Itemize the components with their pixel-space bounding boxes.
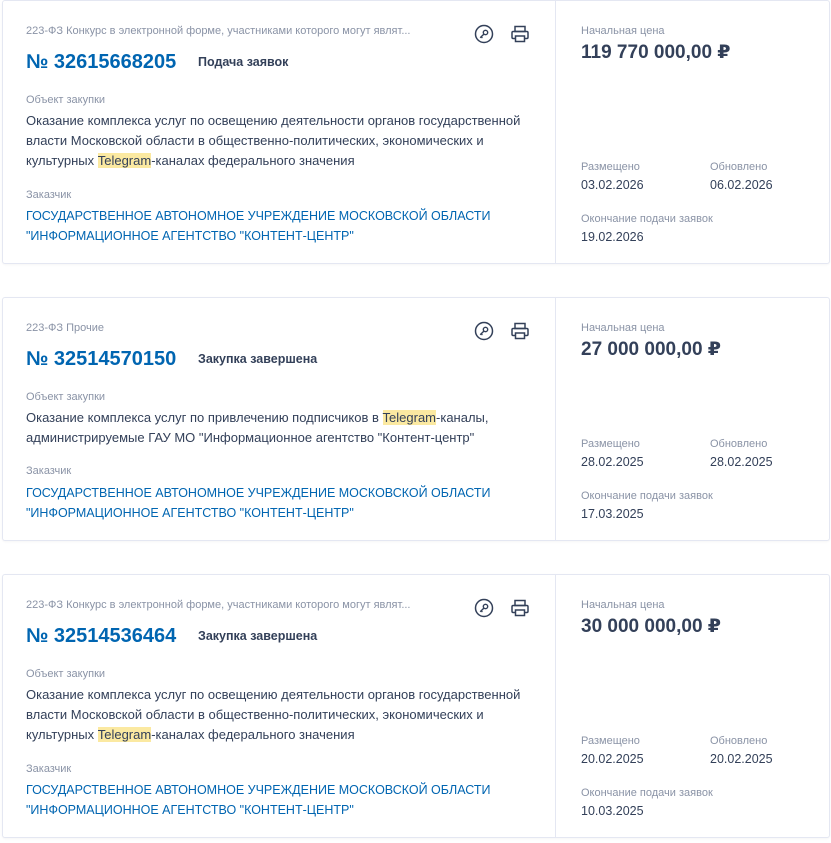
updated-label: Обновлено bbox=[710, 438, 768, 450]
deadline-date: 10.03.2025 bbox=[581, 804, 644, 818]
printer-icon[interactable] bbox=[509, 320, 531, 342]
purchase-card: 223-ФЗ Конкурс в электронной форме, учас… bbox=[2, 0, 830, 264]
deadline-date: 17.03.2025 bbox=[581, 507, 644, 521]
printer-icon[interactable] bbox=[509, 23, 531, 45]
price-label: Начальная цена bbox=[581, 322, 665, 334]
registry-number-link[interactable]: № 32615668205 bbox=[26, 51, 176, 74]
customer-label: Заказчик bbox=[26, 189, 72, 201]
price-label: Начальная цена bbox=[581, 25, 665, 37]
card-main: 223-ФЗ Конкурс в электронной форме, учас… bbox=[3, 1, 556, 263]
customer-link[interactable]: ГОСУДАРСТВЕННОЕ АВТОНОМНОЕ УЧРЕЖДЕНИЕ МО… bbox=[26, 483, 546, 523]
deadline-label: Окончание подачи заявок bbox=[581, 213, 713, 225]
search-highlight: Telegram bbox=[97, 153, 152, 168]
law-type: 223-ФЗ Конкурс в электронной форме, учас… bbox=[26, 25, 411, 37]
customer-link[interactable]: ГОСУДАРСТВЕННОЕ АВТОНОМНОЕ УЧРЕЖДЕНИЕ МО… bbox=[26, 780, 546, 820]
card-main: 223-ФЗ Прочие № 32514570150 Закупка заве… bbox=[3, 298, 556, 540]
card-details: Начальная цена 30 000 000,00 ₽ Размещено… bbox=[556, 575, 829, 837]
customer-label: Заказчик bbox=[26, 465, 72, 477]
registry-number-link[interactable]: № 32514570150 bbox=[26, 348, 176, 371]
object-label: Объект закупки bbox=[26, 391, 106, 403]
deadline-date: 19.02.2026 bbox=[581, 230, 644, 244]
posted-label: Размещено bbox=[581, 161, 640, 173]
updated-date: 06.02.2026 bbox=[710, 178, 773, 192]
search-highlight: Telegram bbox=[97, 727, 152, 742]
object-description: Оказание комплекса услуг по освещению де… bbox=[26, 685, 541, 745]
object-text-end: -каналах федерального значения bbox=[151, 727, 355, 742]
object-label: Объект закупки bbox=[26, 94, 106, 106]
search-highlight: Telegram bbox=[382, 410, 437, 425]
deadline-label: Окончание подачи заявок bbox=[581, 490, 713, 502]
object-description: Оказание комплекса услуг по привлечению … bbox=[26, 408, 541, 448]
status-label: Подача заявок bbox=[198, 55, 289, 69]
customer-link[interactable]: ГОСУДАРСТВЕННОЕ АВТОНОМНОЕ УЧРЕЖДЕНИЕ МО… bbox=[26, 206, 546, 246]
deadline-label: Окончание подачи заявок bbox=[581, 787, 713, 799]
updated-label: Обновлено bbox=[710, 735, 768, 747]
price-label: Начальная цена bbox=[581, 599, 665, 611]
updated-date: 28.02.2025 bbox=[710, 455, 773, 469]
law-type: 223-ФЗ Прочие bbox=[26, 322, 104, 334]
object-text-end: -каналах федерального значения bbox=[151, 153, 355, 168]
key-icon[interactable] bbox=[473, 23, 495, 45]
initial-price: 27 000 000,00 ₽ bbox=[581, 339, 722, 360]
posted-label: Размещено bbox=[581, 735, 640, 747]
updated-date: 20.02.2025 bbox=[710, 752, 773, 766]
posted-label: Размещено bbox=[581, 438, 640, 450]
card-details: Начальная цена 119 770 000,00 ₽ Размещен… bbox=[556, 1, 829, 263]
customer-label: Заказчик bbox=[26, 763, 72, 775]
card-details: Начальная цена 27 000 000,00 ₽ Размещено… bbox=[556, 298, 829, 540]
object-label: Объект закупки bbox=[26, 668, 106, 680]
status-label: Закупка завершена bbox=[198, 629, 318, 643]
key-icon[interactable] bbox=[473, 597, 495, 619]
law-type: 223-ФЗ Конкурс в электронной форме, учас… bbox=[26, 599, 411, 611]
posted-date: 20.02.2025 bbox=[581, 752, 644, 766]
object-text-start: Оказание комплекса услуг по привлечению … bbox=[26, 410, 383, 425]
status-label: Закупка завершена bbox=[198, 352, 318, 366]
printer-icon[interactable] bbox=[509, 597, 531, 619]
posted-date: 28.02.2025 bbox=[581, 455, 644, 469]
initial-price: 30 000 000,00 ₽ bbox=[581, 616, 722, 637]
posted-date: 03.02.2026 bbox=[581, 178, 644, 192]
key-icon[interactable] bbox=[473, 320, 495, 342]
initial-price: 119 770 000,00 ₽ bbox=[581, 42, 731, 63]
object-description: Оказание комплекса услуг по освещению де… bbox=[26, 111, 541, 171]
updated-label: Обновлено bbox=[710, 161, 768, 173]
registry-number-link[interactable]: № 32514536464 bbox=[26, 625, 176, 648]
card-main: 223-ФЗ Конкурс в электронной форме, учас… bbox=[3, 575, 556, 837]
purchase-card: 223-ФЗ Прочие № 32514570150 Закупка заве… bbox=[2, 297, 830, 541]
purchase-card: 223-ФЗ Конкурс в электронной форме, учас… bbox=[2, 574, 830, 838]
